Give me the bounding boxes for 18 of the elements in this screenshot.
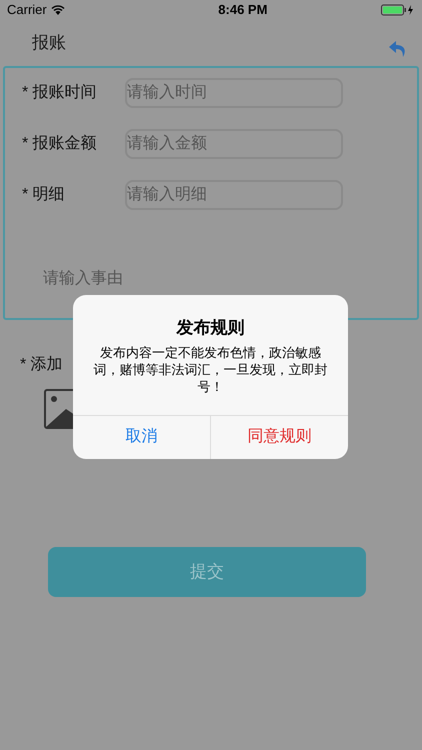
battery-icon: [381, 4, 415, 16]
page-title: 报账: [32, 32, 66, 54]
field-label: * 明细: [21, 185, 66, 205]
dialog-title: 发布规则: [176, 317, 244, 339]
status-time: 8:46 PM: [218, 1, 268, 20]
input-field[interactable]: 请输入明细: [125, 180, 343, 210]
dialog-button[interactable]: 取消: [73, 416, 210, 458]
attachment-label: * 添加: [20, 356, 63, 373]
input-field[interactable]: 请输入时间: [125, 78, 343, 108]
carrier-label: Carrier: [7, 1, 47, 20]
dialog-message: 发布内容一定不能发布色情，政治敏感词，赌博等非法词汇，一旦发现，立即封号！: [93, 344, 328, 394]
reason-field[interactable]: 请输入事由: [43, 267, 343, 291]
dialog-button[interactable]: 同意规则: [210, 416, 348, 458]
field-label: * 报账金额: [21, 134, 98, 154]
submit-button[interactable]: 提交: [48, 547, 366, 597]
input-field[interactable]: 请输入金额: [125, 129, 343, 159]
wifi-icon: [50, 5, 65, 15]
field-label: * 报账时间: [21, 82, 98, 103]
